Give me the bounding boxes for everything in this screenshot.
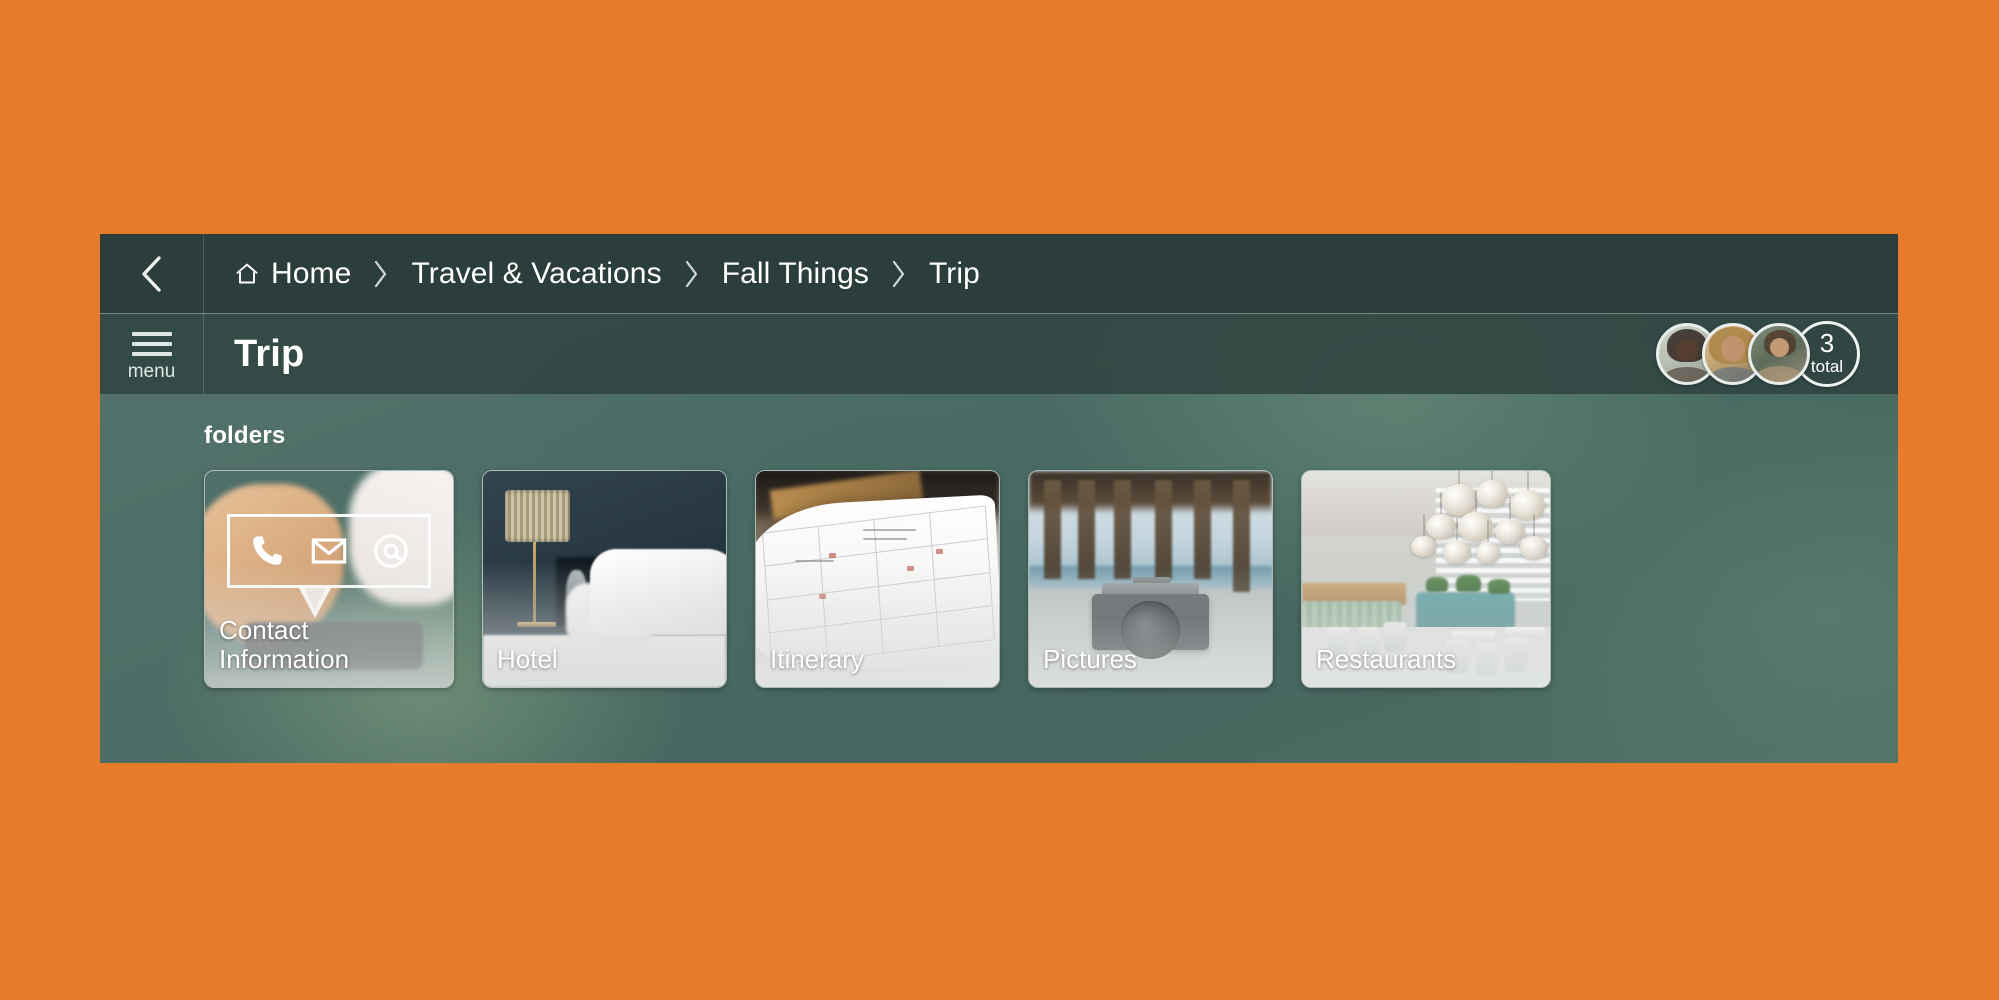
breadcrumb-separator: [351, 258, 411, 290]
member-count-label: total: [1810, 357, 1844, 377]
pendant-light: [1411, 535, 1436, 558]
title-bar: menu Trip 3 total: [100, 313, 1898, 394]
date-mark: [828, 553, 836, 559]
folder-card-contact-information[interactable]: Contact Information: [204, 470, 454, 688]
avatar-face: [1675, 339, 1699, 362]
breadcrumb-label: Trip: [928, 256, 980, 290]
breadcrumb-item-trip[interactable]: Trip: [929, 257, 980, 291]
folder-card-restaurants[interactable]: Restaurants: [1301, 470, 1551, 688]
breadcrumb-separator: [869, 258, 929, 290]
folder-label: Pictures: [1043, 644, 1137, 675]
lamp-shade-shape: [504, 490, 571, 543]
pendant-light: [1443, 540, 1471, 564]
folder-card-pictures[interactable]: Pictures: [1028, 470, 1273, 688]
breadcrumb-item-fall-things[interactable]: Fall Things: [722, 257, 869, 291]
member-avatar-group: 3 total: [1656, 314, 1898, 394]
page-title: Trip: [234, 332, 305, 375]
avatar-body: [1709, 367, 1757, 382]
avatar-body: [1754, 366, 1804, 382]
pendant-light: [1426, 514, 1456, 541]
folders-section-label: folders: [204, 422, 286, 449]
menu-button-label: menu: [127, 360, 176, 382]
menu-button[interactable]: menu: [100, 314, 204, 394]
folder-card-hotel[interactable]: Hotel: [482, 470, 727, 688]
folder-label: Restaurants: [1316, 644, 1457, 675]
breadcrumb-item-home[interactable]: Home: [234, 257, 351, 291]
breadcrumb: Home Travel & Vacations Fall Things Trip: [204, 234, 1898, 313]
hamburger-icon: [131, 331, 172, 356]
pendant-light: [1475, 542, 1501, 564]
avatar-face: [1720, 336, 1746, 362]
folder-card-row: Contact Information Hotel Itinerary Pict…: [204, 470, 1898, 688]
chevron-left-icon: [141, 255, 161, 292]
app-panel: Home Travel & Vacations Fall Things Trip…: [100, 234, 1898, 763]
breadcrumb-label: Fall Things: [721, 256, 869, 290]
folder-label: Itinerary: [770, 644, 864, 675]
avatar[interactable]: [1748, 323, 1810, 385]
folder-card-itinerary[interactable]: Itinerary: [755, 470, 1000, 688]
handwriting-mark: [862, 537, 907, 540]
breadcrumb-separator: [662, 258, 722, 290]
breadcrumb-label: Travel & Vacations: [411, 256, 662, 290]
pendant-light: [1520, 535, 1548, 560]
member-count-number: 3: [1819, 328, 1835, 359]
pendant-light: [1510, 490, 1546, 521]
home-icon: [234, 261, 260, 287]
avatar-body: [1662, 367, 1712, 382]
breadcrumb-label: Home: [271, 256, 352, 290]
folder-label: Hotel: [497, 644, 558, 675]
breadcrumb-item-travel-vacations[interactable]: Travel & Vacations: [411, 257, 661, 291]
handwriting-mark: [862, 529, 917, 532]
content-area: folders Contact Information Hotel Itiner…: [100, 394, 1898, 763]
folder-label: Contact Information: [219, 614, 350, 675]
breadcrumb-bar: Home Travel & Vacations Fall Things Trip: [100, 234, 1898, 313]
date-mark: [935, 548, 943, 554]
back-button[interactable]: [100, 234, 204, 313]
pendant-light: [1475, 479, 1508, 508]
